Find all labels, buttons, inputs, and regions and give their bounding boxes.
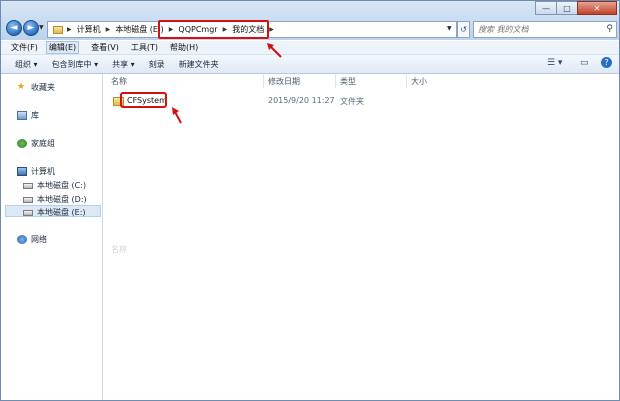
faded-column-name: 名称 (111, 245, 127, 254)
search-icon[interactable]: ⚲ (606, 24, 613, 34)
nav-drive-d-label: 本地磁盘 (D:) (37, 195, 87, 204)
help-icon[interactable]: ? (601, 57, 612, 68)
nav-homegroup[interactable]: 家庭组 (17, 138, 55, 149)
drive-icon (23, 182, 33, 189)
share-button[interactable]: 共享 ▾ (112, 59, 135, 70)
nav-drive-c-label: 本地磁盘 (C:) (37, 181, 87, 190)
menu-view[interactable]: 查看(V) (91, 42, 119, 53)
menu-tools[interactable]: 工具(T) (131, 42, 158, 53)
column-name[interactable]: 名称 (111, 76, 127, 87)
new-folder-button[interactable]: 新建文件夹 (179, 59, 219, 70)
breadcrumb-drive-e[interactable]: 本地磁盘 (E:) (115, 24, 164, 35)
breadcrumb-separator[interactable]: ▶ (67, 26, 72, 33)
address-dropdown[interactable]: ▼ (447, 25, 452, 32)
file-type: 文件夹 (340, 97, 364, 106)
breadcrumb-separator[interactable]: ▶ (106, 26, 111, 33)
menu-edit[interactable]: 编辑(E) (45, 41, 80, 54)
folder-icon (53, 25, 63, 34)
nav-libraries[interactable]: 库 (17, 110, 39, 121)
recent-pages-dropdown[interactable]: ▼ (39, 24, 44, 31)
nav-favorites[interactable]: ★ 收藏夹 (17, 82, 55, 93)
file-date: 2015/9/20 11:27 (268, 96, 335, 105)
nav-network-label: 网络 (31, 235, 47, 244)
nav-computer-label: 计算机 (31, 167, 55, 176)
homegroup-icon (17, 139, 27, 148)
explorer-window: — □ ✕ ◄ ► ▼ ▶ 计算机 ▶ 本地磁盘 (E:) ▶ QQPCmgr … (0, 0, 620, 401)
navigation-pane: ★ 收藏夹 库 家庭组 计算机 本地磁盘 (C:) 本地磁盘 (D:) 本地磁盘… (1, 74, 103, 400)
minimize-button[interactable]: — (535, 1, 557, 15)
maximize-button[interactable]: □ (556, 1, 578, 15)
include-in-library-button[interactable]: 包含到库中 ▾ (52, 59, 99, 70)
menu-bar: 文件(F) 编辑(E) 查看(V) 工具(T) 帮助(H) (1, 41, 619, 55)
nav-drive-e[interactable]: 本地磁盘 (E:) (23, 207, 86, 218)
nav-network[interactable]: 网络 (17, 234, 47, 245)
filename-highlight-box (120, 92, 167, 108)
preview-pane-icon[interactable]: ▭ (580, 58, 589, 68)
window-controls: — □ ✕ (535, 1, 617, 17)
nav-computer[interactable]: 计算机 (17, 166, 55, 177)
star-icon: ★ (17, 82, 26, 92)
drive-icon (23, 209, 33, 216)
breadcrumb-separator[interactable]: ▶ (269, 26, 274, 33)
back-button[interactable]: ◄ (6, 20, 22, 36)
search-box[interactable]: ⚲ (473, 21, 617, 38)
column-divider[interactable] (406, 74, 407, 88)
nav-homegroup-label: 家庭组 (31, 139, 55, 148)
nav-drive-c[interactable]: 本地磁盘 (C:) (23, 180, 86, 191)
title-bar: — □ ✕ ◄ ► ▼ ▶ 计算机 ▶ 本地磁盘 (E:) ▶ QQPCmgr … (1, 1, 619, 40)
forward-button[interactable]: ► (23, 20, 39, 36)
library-icon (17, 111, 27, 120)
column-date[interactable]: 修改日期 (268, 76, 300, 87)
search-input[interactable] (478, 23, 598, 36)
column-type[interactable]: 类型 (340, 76, 356, 87)
annotation-arrow-file (172, 107, 182, 124)
menu-help[interactable]: 帮助(H) (170, 42, 198, 53)
column-size[interactable]: 大小 (411, 76, 427, 87)
refresh-button[interactable]: ↺ (457, 21, 470, 38)
view-icon[interactable]: ☰ ▾ (547, 58, 562, 68)
command-bar: 组织 ▾ 包含到库中 ▾ 共享 ▾ 刻录 新建文件夹 ☰ ▾ ▭ ? (1, 55, 619, 74)
network-icon (17, 235, 27, 244)
annotation-arrow-address (267, 43, 282, 58)
column-divider[interactable] (335, 74, 336, 88)
organize-button[interactable]: 组织 ▾ (15, 59, 38, 70)
nav-drive-d[interactable]: 本地磁盘 (D:) (23, 194, 87, 205)
address-highlight-box (158, 20, 269, 39)
computer-icon (17, 167, 27, 176)
nav-drive-e-label: 本地磁盘 (E:) (37, 208, 86, 217)
breadcrumb-computer[interactable]: 计算机 (77, 24, 101, 35)
nav-favorites-label: 收藏夹 (31, 83, 55, 92)
drive-icon (23, 196, 33, 203)
nav-libraries-label: 库 (31, 111, 39, 120)
column-divider[interactable] (263, 74, 264, 88)
close-button[interactable]: ✕ (577, 1, 617, 15)
menu-file[interactable]: 文件(F) (11, 42, 38, 53)
burn-button[interactable]: 刻录 (149, 59, 165, 70)
